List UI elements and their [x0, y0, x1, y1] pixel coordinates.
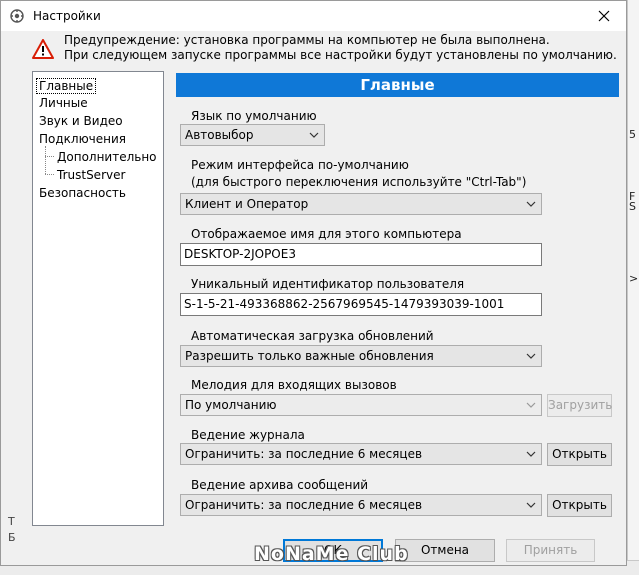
tree-item-security[interactable]: Безопасность: [39, 186, 126, 200]
background-mark: Б: [8, 531, 16, 544]
log-select[interactable]: Ограничить: за последние 6 месяцев: [180, 443, 542, 465]
close-icon: [598, 10, 610, 22]
mode-select[interactable]: Клиент и Оператор: [180, 193, 542, 215]
log-select-value: Ограничить: за последние 6 месяцев: [185, 447, 423, 461]
language-select[interactable]: Автовыбор: [180, 124, 325, 146]
mode-label: Режим интерфейса по-умолчанию: [191, 158, 409, 172]
language-label: Язык по умолчанию: [191, 109, 317, 123]
ringtone-select[interactable]: По умолчанию: [180, 394, 542, 416]
background-mark: >: [629, 272, 639, 285]
section-title: Главные: [176, 73, 619, 97]
tree-item-connections[interactable]: Подключения: [39, 132, 126, 146]
archive-label: Ведение архива сообщений: [191, 478, 369, 492]
chevron-down-icon: [526, 402, 536, 408]
background-mark: S: [629, 200, 636, 213]
chevron-down-icon: [526, 502, 536, 508]
tree-connector: [45, 156, 54, 157]
display-name-label: Отображаемое имя для этого компьютера: [191, 227, 462, 241]
background-mark: Т: [8, 515, 15, 528]
archive-select[interactable]: Ограничить: за последние 6 месяцев: [180, 494, 542, 516]
open-archive-button[interactable]: Открыть: [547, 494, 612, 517]
mode-hint-label: (для быстрого переключения используйте "…: [191, 175, 527, 189]
user-id-label: Уникальный идентификатор пользователя: [191, 277, 465, 291]
background-window-edge: 5 F S >: [627, 0, 639, 574]
warning-text-line2: При следующем запуске программы все наст…: [64, 48, 617, 62]
updates-label: Автоматическая загрузка обновлений: [191, 329, 434, 343]
updates-select[interactable]: Разрешить только важные обновления: [180, 345, 542, 367]
log-label: Ведение журнала: [191, 428, 305, 442]
settings-dialog: Настройки Предупреждение: установка прог…: [0, 0, 627, 566]
open-log-button[interactable]: Открыть: [547, 443, 612, 466]
cancel-button[interactable]: Отмена: [395, 539, 495, 562]
title-bar: Настройки: [1, 1, 626, 31]
ringtone-select-value: По умолчанию: [185, 398, 277, 412]
tree-item-advanced[interactable]: Дополнительно: [57, 150, 157, 164]
chevron-down-icon: [309, 132, 319, 138]
mode-select-value: Клиент и Оператор: [185, 197, 309, 211]
background-mark: 5: [629, 128, 636, 141]
language-select-value: Автовыбор: [185, 128, 254, 142]
chevron-down-icon: [526, 353, 536, 359]
warning-text-line1: Предупреждение: установка программы на к…: [64, 33, 550, 47]
settings-app-icon: [10, 9, 24, 23]
tree-connector: [45, 146, 46, 174]
chevron-down-icon: [526, 201, 536, 207]
tree-item-trustserver[interactable]: TrustServer: [57, 168, 125, 182]
ok-button[interactable]: ОК: [283, 539, 383, 562]
warning-icon: [32, 39, 54, 59]
settings-tree[interactable]: Главные Личные Звук и Видео Подключения …: [32, 71, 164, 526]
display-name-input[interactable]: DESKTOP-2JOPOE3: [180, 243, 542, 266]
window-title: Настройки: [33, 9, 101, 23]
tree-connector: [45, 174, 54, 175]
tree-item-audio-video[interactable]: Звук и Видео: [39, 114, 123, 128]
tree-item-personal[interactable]: Личные: [39, 96, 88, 110]
updates-select-value: Разрешить только важные обновления: [185, 349, 434, 363]
close-button[interactable]: [582, 1, 626, 31]
chevron-down-icon: [526, 451, 536, 457]
user-id-input[interactable]: S-1-5-21-493368862-2567969545-1479393039…: [180, 293, 542, 316]
ringtone-label: Мелодия для входящих вызовов: [191, 378, 397, 392]
apply-button[interactable]: Принять: [506, 539, 595, 562]
upload-ringtone-button[interactable]: Загрузить: [547, 394, 612, 417]
archive-select-value: Ограничить: за последние 6 месяцев: [185, 498, 423, 512]
tree-item-main[interactable]: Главные: [36, 78, 97, 94]
